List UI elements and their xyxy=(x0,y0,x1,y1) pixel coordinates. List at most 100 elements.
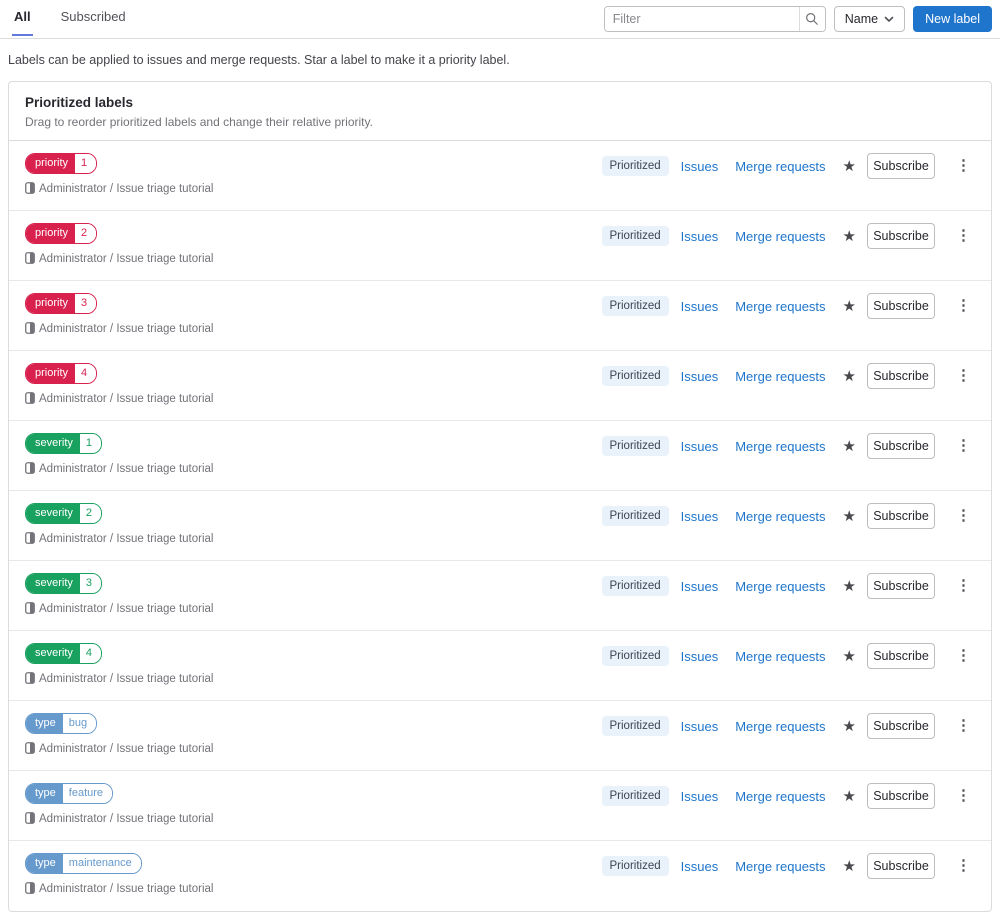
label-row: severity 3 Administrator / Issue triage … xyxy=(9,561,991,631)
label-badge[interactable]: type feature xyxy=(25,783,114,804)
star-icon[interactable]: ★ xyxy=(843,439,856,454)
prioritized-badge: Prioritized xyxy=(601,646,669,666)
label-options-ellipsis-icon[interactable]: ⋮ xyxy=(952,227,975,245)
tab-subscribed[interactable]: Subscribed xyxy=(59,0,128,36)
label-scope: type xyxy=(26,784,63,803)
star-icon[interactable]: ★ xyxy=(843,159,856,174)
prioritized-badge: Prioritized xyxy=(601,156,669,176)
subscribe-button[interactable]: Subscribe xyxy=(867,713,935,739)
label-info: severity 1 Administrator / Issue triage … xyxy=(25,433,225,479)
label-options-ellipsis-icon[interactable]: ⋮ xyxy=(952,437,975,455)
label-badge[interactable]: severity 3 xyxy=(25,573,103,594)
merge-requests-link[interactable]: Merge requests xyxy=(735,439,825,454)
issues-link[interactable]: Issues xyxy=(681,789,719,804)
label-scope: priority xyxy=(26,364,76,383)
label-options-ellipsis-icon[interactable]: ⋮ xyxy=(952,857,975,875)
issues-link[interactable]: Issues xyxy=(681,579,719,594)
label-value: feature xyxy=(62,784,113,803)
label-badge[interactable]: type maintenance xyxy=(25,853,142,874)
subscribe-button[interactable]: Subscribe xyxy=(867,573,935,599)
label-badge[interactable]: priority 4 xyxy=(25,363,98,384)
issues-link[interactable]: Issues xyxy=(681,229,719,244)
issues-link[interactable]: Issues xyxy=(681,859,719,874)
new-label-button[interactable]: New label xyxy=(913,6,992,32)
merge-requests-link[interactable]: Merge requests xyxy=(735,719,825,734)
label-badge[interactable]: priority 1 xyxy=(25,153,98,174)
label-options-ellipsis-icon[interactable]: ⋮ xyxy=(952,577,975,595)
star-icon[interactable]: ★ xyxy=(843,509,856,524)
label-scope: priority xyxy=(26,294,76,313)
merge-requests-link[interactable]: Merge requests xyxy=(735,789,825,804)
issues-link[interactable]: Issues xyxy=(681,299,719,314)
label-scope: severity xyxy=(26,504,80,523)
star-icon[interactable]: ★ xyxy=(843,719,856,734)
star-icon[interactable]: ★ xyxy=(843,859,856,874)
label-options-ellipsis-icon[interactable]: ⋮ xyxy=(952,787,975,805)
issues-link[interactable]: Issues xyxy=(681,649,719,664)
project-path: Administrator / Issue triage tutorial xyxy=(25,461,225,479)
subscribe-button[interactable]: Subscribe xyxy=(867,503,935,529)
label-actions: Prioritized Issues Merge requests ★ Subs… xyxy=(601,783,976,809)
merge-requests-link[interactable]: Merge requests xyxy=(735,579,825,594)
project-icon xyxy=(25,672,35,684)
issues-link[interactable]: Issues xyxy=(681,369,719,384)
label-info: severity 3 Administrator / Issue triage … xyxy=(25,573,225,619)
filter-input[interactable] xyxy=(604,7,799,31)
star-icon[interactable]: ★ xyxy=(843,369,856,384)
search-button[interactable] xyxy=(798,7,825,31)
label-actions: Prioritized Issues Merge requests ★ Subs… xyxy=(601,223,976,249)
star-icon[interactable]: ★ xyxy=(843,789,856,804)
label-badge[interactable]: type bug xyxy=(25,713,98,734)
merge-requests-link[interactable]: Merge requests xyxy=(735,509,825,524)
issues-link[interactable]: Issues xyxy=(681,719,719,734)
project-icon xyxy=(25,392,35,404)
label-info: priority 2 Administrator / Issue triage … xyxy=(25,223,225,269)
label-options-ellipsis-icon[interactable]: ⋮ xyxy=(952,157,975,175)
label-badge[interactable]: priority 2 xyxy=(25,223,98,244)
project-path-text: Administrator / Issue triage tutorial xyxy=(39,603,214,615)
label-badge[interactable]: severity 1 xyxy=(25,433,103,454)
star-icon[interactable]: ★ xyxy=(843,299,856,314)
label-value: 4 xyxy=(75,364,97,383)
label-scope: priority xyxy=(26,224,76,243)
star-icon[interactable]: ★ xyxy=(843,649,856,664)
subscribe-button[interactable]: Subscribe xyxy=(867,433,935,459)
project-icon xyxy=(25,602,35,614)
star-icon[interactable]: ★ xyxy=(843,579,856,594)
issues-link[interactable]: Issues xyxy=(681,439,719,454)
label-options-ellipsis-icon[interactable]: ⋮ xyxy=(952,717,975,735)
merge-requests-link[interactable]: Merge requests xyxy=(735,299,825,314)
label-options-ellipsis-icon[interactable]: ⋮ xyxy=(952,367,975,385)
merge-requests-link[interactable]: Merge requests xyxy=(735,649,825,664)
subscribe-button[interactable]: Subscribe xyxy=(867,153,935,179)
label-scope: type xyxy=(26,714,63,733)
label-scope: severity xyxy=(26,644,80,663)
merge-requests-link[interactable]: Merge requests xyxy=(735,229,825,244)
tab-all[interactable]: All xyxy=(12,0,33,36)
issues-link[interactable]: Issues xyxy=(681,509,719,524)
subscribe-button[interactable]: Subscribe xyxy=(867,643,935,669)
merge-requests-link[interactable]: Merge requests xyxy=(735,369,825,384)
label-options-ellipsis-icon[interactable]: ⋮ xyxy=(952,507,975,525)
label-info: priority 1 Administrator / Issue triage … xyxy=(25,153,225,199)
label-options-ellipsis-icon[interactable]: ⋮ xyxy=(952,297,975,315)
label-info: severity 2 Administrator / Issue triage … xyxy=(25,503,225,549)
subscribe-button[interactable]: Subscribe xyxy=(867,223,935,249)
label-options-ellipsis-icon[interactable]: ⋮ xyxy=(952,647,975,665)
subscribe-button[interactable]: Subscribe xyxy=(867,363,935,389)
label-value: 1 xyxy=(75,154,97,173)
merge-requests-link[interactable]: Merge requests xyxy=(735,859,825,874)
labels-tab-bar: All Subscribed Name New label xyxy=(0,0,1000,39)
sort-dropdown[interactable]: Name xyxy=(833,6,906,32)
prioritized-badge: Prioritized xyxy=(601,226,669,246)
subscribe-button[interactable]: Subscribe xyxy=(867,783,935,809)
issues-link[interactable]: Issues xyxy=(681,159,719,174)
label-actions: Prioritized Issues Merge requests ★ Subs… xyxy=(601,643,976,669)
subscribe-button[interactable]: Subscribe xyxy=(867,293,935,319)
label-badge[interactable]: priority 3 xyxy=(25,293,98,314)
star-icon[interactable]: ★ xyxy=(843,229,856,244)
merge-requests-link[interactable]: Merge requests xyxy=(735,159,825,174)
label-badge[interactable]: severity 4 xyxy=(25,643,103,664)
label-badge[interactable]: severity 2 xyxy=(25,503,103,524)
subscribe-button[interactable]: Subscribe xyxy=(867,853,935,879)
